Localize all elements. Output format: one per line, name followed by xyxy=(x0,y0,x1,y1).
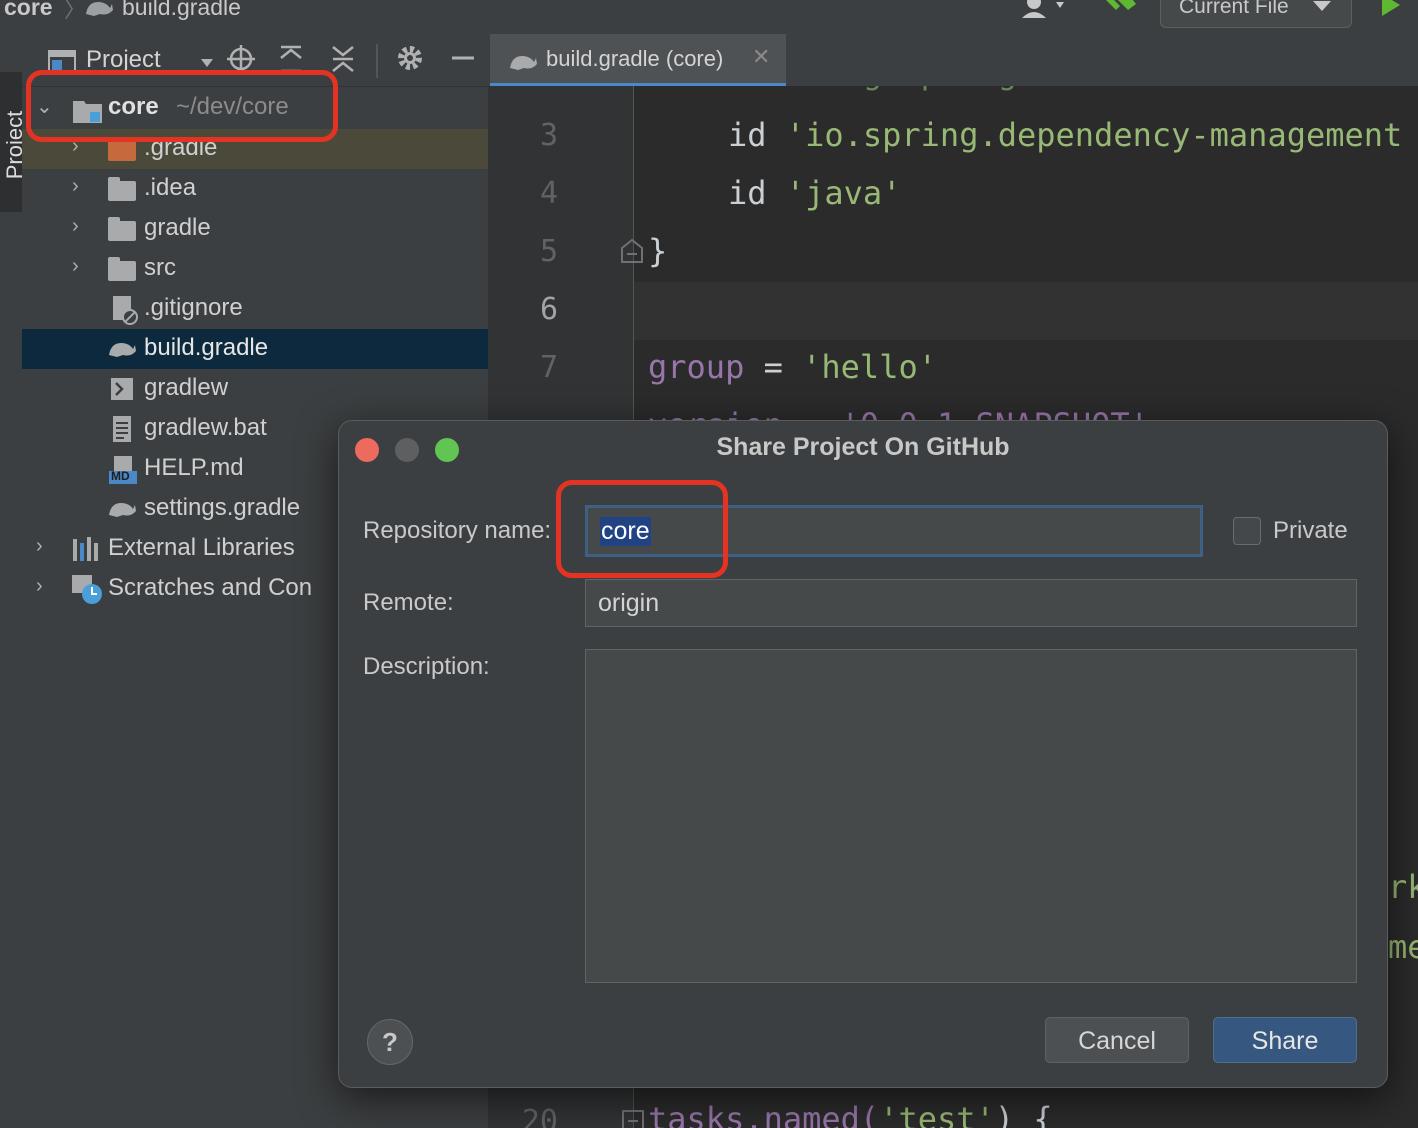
tree-item-label: Scratches and Con xyxy=(108,574,313,601)
folder-icon xyxy=(108,257,136,281)
line-number: 20 xyxy=(521,1104,558,1128)
run-icon[interactable] xyxy=(1378,0,1404,23)
repository-name-label: Repository name: xyxy=(363,517,552,544)
project-tool-window-tab[interactable]: Project xyxy=(0,72,27,212)
tree-item-build-gradle[interactable]: build.gradle xyxy=(22,329,488,369)
line-number: 4 xyxy=(539,176,558,211)
remote-input[interactable]: origin xyxy=(585,579,1357,627)
breadcrumb-project[interactable]: core xyxy=(4,0,53,21)
share-button[interactable]: Share xyxy=(1213,1017,1357,1063)
chevron-right-icon[interactable]: › xyxy=(72,175,79,198)
share-on-github-dialog: Share Project On GitHub Repository name:… xyxy=(338,420,1388,1088)
left-tool-strip: Project xyxy=(0,34,27,1128)
dialog-title: Share Project On GitHub xyxy=(716,433,1010,461)
remote-label: Remote: xyxy=(363,589,454,616)
breadcrumb-separator: 〉 xyxy=(64,0,87,22)
toolbar-divider xyxy=(376,44,378,78)
gradle-icon xyxy=(106,497,138,524)
folder-icon xyxy=(108,137,136,161)
hide-panel-icon[interactable] xyxy=(450,44,476,78)
markdown-file-icon: MD xyxy=(108,455,138,485)
line-number: 3 xyxy=(539,118,558,153)
cancel-button[interactable]: Cancel xyxy=(1045,1017,1189,1063)
tree-item-idea[interactable]: › .idea xyxy=(22,169,488,209)
code-line-20: tasks.named('test') { xyxy=(648,1100,1053,1128)
tree-item-label: .idea xyxy=(144,174,197,201)
private-checkbox[interactable] xyxy=(1233,517,1261,545)
folder-icon xyxy=(108,177,136,201)
code-fragment: rk xyxy=(1388,868,1418,906)
tree-item-label: settings.gradle xyxy=(144,494,301,521)
description-textarea[interactable] xyxy=(585,649,1357,983)
folder-icon xyxy=(108,217,136,241)
build-hammer-icon[interactable] xyxy=(1104,0,1140,23)
run-configuration-label: Current File xyxy=(1179,0,1289,18)
chevron-right-icon[interactable]: › xyxy=(72,255,79,278)
help-button[interactable]: ? xyxy=(367,1019,413,1065)
tree-item-label: gradle xyxy=(144,214,211,241)
code-fragment: me xyxy=(1388,928,1418,966)
tree-item-label: gradlew.bat xyxy=(144,414,267,441)
tree-item-label: External Libraries xyxy=(108,534,295,561)
fold-marker-icon[interactable] xyxy=(622,1110,644,1128)
dialog-titlebar[interactable]: Share Project On GitHub xyxy=(339,421,1387,477)
chevron-right-icon[interactable]: › xyxy=(36,575,43,598)
code-line-5: } xyxy=(648,232,668,270)
code-line-partial: id 'org.springframework.boot' versi xyxy=(728,86,1418,92)
tree-item-label: build.gradle xyxy=(144,334,269,361)
chevron-down-icon xyxy=(1313,1,1331,11)
gradle-icon xyxy=(508,50,538,77)
description-label: Description: xyxy=(363,653,490,680)
remote-value: origin xyxy=(598,589,660,617)
code-line-4: id 'java' xyxy=(728,174,902,212)
chevron-down-icon[interactable] xyxy=(200,58,214,68)
chevron-right-icon[interactable]: › xyxy=(36,535,43,558)
code-line-3: id 'io.spring.dependency-management xyxy=(728,116,1403,154)
libraries-icon xyxy=(72,537,102,566)
current-line-highlight xyxy=(634,282,1418,340)
callout-highlight-repo-name xyxy=(556,480,728,578)
md-badge: MD xyxy=(111,469,130,483)
tree-item-gradlew[interactable]: gradlew xyxy=(22,369,488,409)
fold-marker-icon[interactable] xyxy=(620,238,644,269)
text-file-icon xyxy=(112,415,132,448)
editor-tab-bar: build.gradle (core) ✕ xyxy=(488,34,1418,87)
breadcrumb-file[interactable]: build.gradle xyxy=(122,0,241,21)
gitignore-file-icon xyxy=(112,295,138,330)
line-number: 6 xyxy=(539,292,558,327)
line-number: 7 xyxy=(539,350,558,385)
gradle-icon xyxy=(106,337,138,364)
tree-item-label: HELP.md xyxy=(144,454,244,481)
gear-icon[interactable] xyxy=(396,44,424,78)
line-number: 5 xyxy=(539,234,558,269)
tree-item-src[interactable]: › src xyxy=(22,249,488,289)
navigation-bar: core 〉 build.gradle Current File xyxy=(0,0,1418,35)
run-configuration-dropdown[interactable]: Current File xyxy=(1160,0,1352,28)
tab-build-gradle-core[interactable]: build.gradle (core) ✕ xyxy=(490,34,786,86)
tree-item-gradle[interactable]: › gradle xyxy=(22,209,488,249)
chevron-right-icon[interactable]: › xyxy=(72,215,79,238)
tree-item-label: .gitignore xyxy=(144,294,243,321)
tab-label: build.gradle (core) xyxy=(546,46,724,71)
tree-item-label: gradlew xyxy=(144,374,229,401)
terminal-file-icon xyxy=(110,377,134,406)
gradle-icon xyxy=(84,0,114,23)
callout-highlight-root xyxy=(26,70,338,142)
user-icon[interactable] xyxy=(1020,0,1072,23)
private-label: Private xyxy=(1273,517,1348,544)
tree-item-label: src xyxy=(144,254,176,281)
tree-item-gitignore[interactable]: .gitignore xyxy=(22,289,488,329)
code-line-7: group = 'hello' xyxy=(648,348,937,386)
scratches-icon xyxy=(70,573,104,610)
close-tab-icon[interactable]: ✕ xyxy=(752,44,770,70)
